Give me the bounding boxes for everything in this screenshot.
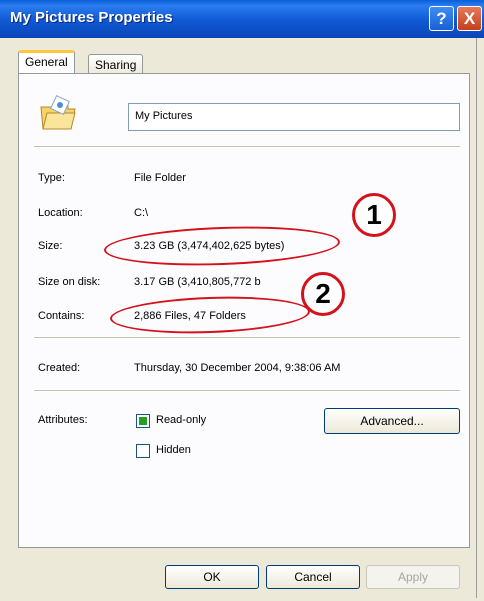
location-label: Location: [38, 207, 83, 219]
folder-icon [40, 95, 76, 130]
type-label: Type: [38, 172, 65, 184]
separator [34, 337, 460, 339]
size-on-disk-label: Size on disk: [38, 276, 101, 288]
title-bar[interactable]: My Pictures Properties ? X [0, 0, 484, 38]
separator [34, 146, 460, 148]
separator [34, 390, 460, 392]
attributes-label: Attributes: [38, 414, 88, 426]
size-on-disk-value: 3.17 GB (3,410,805,772 b [134, 276, 261, 288]
created-value: Thursday, 30 December 2004, 9:38:06 AM [134, 362, 341, 374]
advanced-button[interactable]: Advanced... [324, 408, 460, 434]
annotation-marker-1: 1 [352, 193, 396, 237]
type-value: File Folder [134, 172, 186, 184]
read-only-label[interactable]: Read-only [156, 414, 206, 426]
hidden-label[interactable]: Hidden [156, 444, 191, 456]
size-label: Size: [38, 240, 63, 252]
close-icon: X [463, 8, 476, 28]
annotation-marker-2: 2 [301, 272, 345, 316]
contains-label: Contains: [38, 310, 85, 322]
location-value: C:\ [134, 207, 149, 219]
folder-name-field[interactable]: My Pictures [128, 103, 460, 131]
window-edge [476, 38, 477, 598]
apply-button[interactable]: Apply [366, 565, 460, 589]
window-title: My Pictures Properties [10, 9, 173, 26]
tab-general[interactable]: General [18, 50, 75, 73]
hidden-checkbox[interactable] [136, 444, 150, 458]
close-button[interactable]: X [457, 6, 482, 31]
read-only-checkbox[interactable] [136, 414, 150, 428]
ok-button[interactable]: OK [165, 565, 259, 589]
properties-dialog: My Pictures Properties ? X General Shari… [0, 0, 484, 601]
created-label: Created: [38, 362, 81, 374]
help-icon: ? [436, 8, 447, 28]
tab-sharing[interactable]: Sharing [88, 54, 144, 75]
help-button[interactable]: ? [429, 6, 454, 31]
cancel-button[interactable]: Cancel [266, 565, 360, 589]
